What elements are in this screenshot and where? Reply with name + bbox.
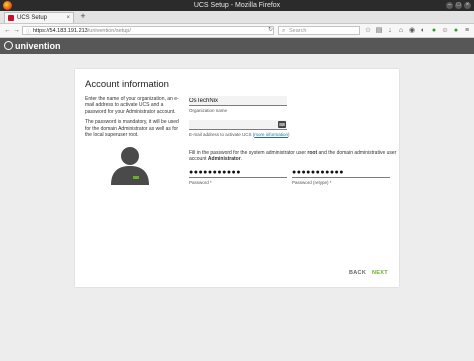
app-header: univention bbox=[0, 38, 474, 54]
logo-text: univention bbox=[15, 41, 61, 51]
forward-arrow-icon[interactable]: → bbox=[12, 26, 21, 35]
avatar-badge-icon bbox=[133, 176, 139, 179]
firefox-logo-icon bbox=[3, 1, 12, 10]
pocket-icon[interactable]: ◉ bbox=[408, 26, 416, 35]
window-title: UCS Setup - Mozilla Firefox bbox=[193, 2, 281, 9]
intro-text: Enter the name of your organization, an … bbox=[85, 96, 180, 142]
password-hint-end: . bbox=[240, 156, 243, 163]
user-avatar-icon bbox=[111, 147, 149, 185]
url-bar[interactable]: ⓘ https://54.183.191.213/univention/setu… bbox=[22, 26, 274, 35]
menu-icon[interactable]: ≡ bbox=[463, 26, 471, 35]
back-button[interactable]: BACK bbox=[349, 270, 366, 276]
univention-favicon-icon bbox=[8, 15, 14, 21]
password-retype-label: Password (retype) * bbox=[292, 180, 332, 185]
extension-icon[interactable]: ● bbox=[430, 26, 438, 35]
password-hint-admin: Administrator bbox=[207, 156, 241, 163]
search-placeholder: Search bbox=[289, 28, 307, 34]
back-arrow-icon[interactable]: ← bbox=[3, 26, 12, 35]
keyboard-icon[interactable]: ⌨ bbox=[278, 121, 286, 128]
page-title: Account information bbox=[85, 79, 169, 90]
organization-input[interactable] bbox=[189, 96, 287, 106]
password-retype-input[interactable] bbox=[292, 168, 390, 178]
email-field: ⌨ E-mail address to activate UCS (more i… bbox=[189, 120, 290, 137]
navigation-bar: ← → ⓘ https://54.183.191.213/univention/… bbox=[0, 24, 474, 38]
setup-card: Account information Enter the name of yo… bbox=[75, 69, 399, 287]
tab-bar: UCS Setup × + bbox=[0, 11, 474, 24]
organization-field: Organization name bbox=[189, 96, 287, 113]
reading-list-icon[interactable]: ▤ bbox=[375, 26, 383, 35]
search-box[interactable]: ⌕ Search bbox=[278, 26, 360, 35]
close-window-icon[interactable]: × bbox=[464, 2, 471, 9]
sync-icon[interactable]: ◐ bbox=[419, 26, 427, 35]
search-icon: ⌕ bbox=[282, 28, 286, 34]
password-input[interactable] bbox=[189, 168, 287, 178]
url-host: https://54.183.191.213 bbox=[33, 28, 88, 34]
univention-logo-icon bbox=[4, 41, 13, 50]
maximize-icon[interactable]: □ bbox=[455, 2, 462, 9]
univention-logo: univention bbox=[4, 41, 61, 51]
next-button[interactable]: NEXT bbox=[372, 270, 388, 276]
intro-paragraph-2: The password is mandatory, it will be us… bbox=[85, 119, 179, 139]
new-tab-button[interactable]: + bbox=[78, 11, 88, 22]
email-label-text: E-mail address to activate UCS bbox=[189, 132, 252, 137]
url-path: /univention/setup/ bbox=[87, 28, 131, 34]
password-retype-field: Password (retype) * bbox=[292, 168, 390, 185]
organization-label: Organization name bbox=[189, 108, 228, 113]
tab-label: UCS Setup bbox=[17, 15, 48, 21]
password-label: Password * bbox=[189, 180, 212, 185]
minimize-icon[interactable]: – bbox=[446, 2, 453, 9]
more-information-link[interactable]: more information bbox=[254, 132, 288, 137]
tab-close-icon[interactable]: × bbox=[66, 13, 70, 24]
home-icon[interactable]: ⌂ bbox=[397, 26, 405, 35]
bookmark-star-icon[interactable]: ☆ bbox=[364, 26, 372, 35]
download-icon[interactable]: ↓ bbox=[386, 26, 394, 35]
password-hint-root: root bbox=[307, 150, 318, 156]
window-titlebar: UCS Setup - Mozilla Firefox – □ × bbox=[0, 0, 474, 11]
email-label: E-mail address to activate UCS (more inf… bbox=[189, 132, 290, 137]
addon-icon[interactable]: ● bbox=[452, 26, 460, 35]
share-icon[interactable]: ☺ bbox=[441, 26, 449, 35]
password-hint: Fill in the password for the system admi… bbox=[189, 150, 397, 163]
password-field: Password * bbox=[189, 168, 287, 185]
email-input[interactable] bbox=[189, 120, 287, 130]
intro-paragraph-1: Enter the name of your organization, an … bbox=[85, 96, 179, 115]
tab-ucs-setup[interactable]: UCS Setup × bbox=[4, 12, 74, 23]
info-icon[interactable]: ⓘ bbox=[26, 28, 31, 36]
password-hint-pre: Fill in the password for the system admi… bbox=[189, 150, 308, 156]
reload-icon[interactable]: ↻ bbox=[268, 26, 273, 33]
